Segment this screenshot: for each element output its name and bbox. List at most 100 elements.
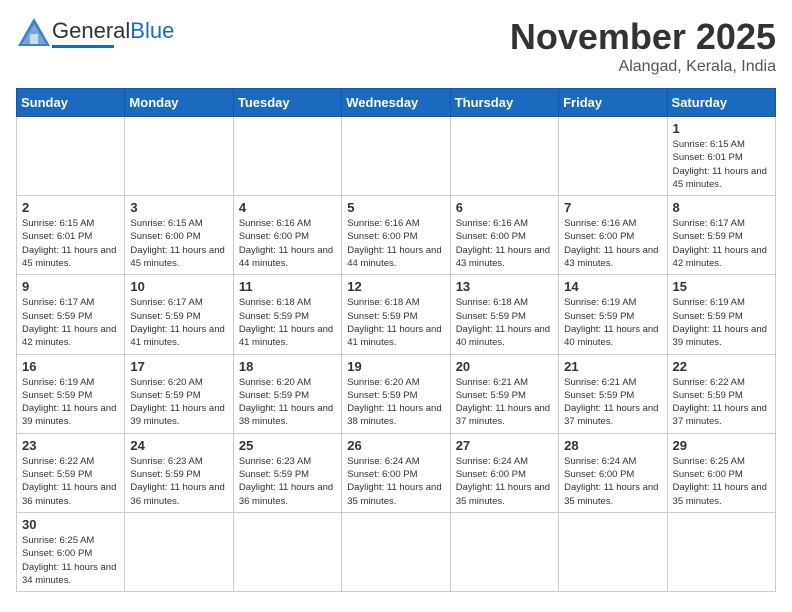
calendar-week-1: 2 Sunrise: 6:15 AM Sunset: 6:01 PM Daylig…: [17, 196, 776, 275]
calendar-cell: [559, 512, 667, 591]
calendar-cell: 9 Sunrise: 6:17 AM Sunset: 5:59 PM Daylig…: [17, 275, 125, 354]
location: Alangad, Kerala, India: [510, 58, 776, 76]
day-number: 27: [456, 438, 553, 453]
calendar-cell: 13 Sunrise: 6:18 AM Sunset: 5:59 PM Dayli…: [450, 275, 558, 354]
day-number: 4: [239, 200, 336, 215]
calendar-cell: 28 Sunrise: 6:24 AM Sunset: 6:00 PM Dayli…: [559, 433, 667, 512]
day-info: Sunrise: 6:19 AM Sunset: 5:59 PM Dayligh…: [673, 296, 770, 349]
calendar-cell: 4 Sunrise: 6:16 AM Sunset: 6:00 PM Daylig…: [233, 196, 341, 275]
logo: GeneralBlue: [16, 16, 174, 50]
day-info: Sunrise: 6:16 AM Sunset: 6:00 PM Dayligh…: [564, 217, 661, 270]
logo-icon: [16, 16, 52, 50]
header-friday: Friday: [559, 89, 667, 117]
day-number: 6: [456, 200, 553, 215]
calendar-cell: [233, 512, 341, 591]
calendar-cell: 16Sunrise: 6:19 AM Sunset: 5:59 PM Dayli…: [17, 354, 125, 433]
day-number: 7: [564, 200, 661, 215]
calendar-cell: 25 Sunrise: 6:23 AM Sunset: 5:59 PM Dayli…: [233, 433, 341, 512]
day-info: Sunrise: 6:19 AM Sunset: 5:59 PM Dayligh…: [564, 296, 661, 349]
calendar-cell: 29 Sunrise: 6:25 AM Sunset: 6:00 PM Dayli…: [667, 433, 775, 512]
day-number: 1: [673, 121, 770, 136]
day-info: Sunrise: 6:20 AM Sunset: 5:59 PM Dayligh…: [239, 376, 336, 429]
calendar-cell: 18 Sunrise: 6:20 AM Sunset: 5:59 PM Dayli…: [233, 354, 341, 433]
day-info: Sunrise: 6:20 AM Sunset: 5:59 PM Dayligh…: [130, 376, 227, 429]
day-number: 25: [239, 438, 336, 453]
calendar-cell: [342, 512, 450, 591]
day-number: 13: [456, 279, 553, 294]
day-number: 9: [22, 279, 119, 294]
calendar-cell: [125, 512, 233, 591]
logo-blue-text: Blue: [130, 18, 174, 43]
day-number: 30: [22, 517, 119, 532]
calendar-cell: 17Sunrise: 6:20 AM Sunset: 5:59 PM Dayli…: [125, 354, 233, 433]
calendar-cell: 11Sunrise: 6:18 AM Sunset: 5:59 PM Dayli…: [233, 275, 341, 354]
day-number: 23: [22, 438, 119, 453]
calendar-week-5: 30 Sunrise: 6:25 AM Sunset: 6:00 PM Dayli…: [17, 512, 776, 591]
header-wednesday: Wednesday: [342, 89, 450, 117]
day-info: Sunrise: 6:24 AM Sunset: 6:00 PM Dayligh…: [456, 455, 553, 508]
day-info: Sunrise: 6:23 AM Sunset: 5:59 PM Dayligh…: [130, 455, 227, 508]
calendar-cell: 10 Sunrise: 6:17 AM Sunset: 5:59 PM Dayli…: [125, 275, 233, 354]
title-area: November 2025 Alangad, Kerala, India: [510, 16, 776, 76]
day-info: Sunrise: 6:24 AM Sunset: 6:00 PM Dayligh…: [347, 455, 444, 508]
day-number: 3: [130, 200, 227, 215]
calendar-cell: 20 Sunrise: 6:21 AM Sunset: 5:59 PM Dayli…: [450, 354, 558, 433]
calendar-cell: [450, 117, 558, 196]
day-info: Sunrise: 6:22 AM Sunset: 5:59 PM Dayligh…: [22, 455, 119, 508]
day-info: Sunrise: 6:23 AM Sunset: 5:59 PM Dayligh…: [239, 455, 336, 508]
header-sunday: Sunday: [17, 89, 125, 117]
calendar-cell: 14 Sunrise: 6:19 AM Sunset: 5:59 PM Dayli…: [559, 275, 667, 354]
header: GeneralBlue November 2025 Alangad, Keral…: [16, 16, 776, 76]
calendar-cell: [667, 512, 775, 591]
day-number: 2: [22, 200, 119, 215]
calendar-cell: 23 Sunrise: 6:22 AM Sunset: 5:59 PM Dayli…: [17, 433, 125, 512]
day-number: 12: [347, 279, 444, 294]
day-number: 24: [130, 438, 227, 453]
calendar-cell: 19Sunrise: 6:20 AM Sunset: 5:59 PM Dayli…: [342, 354, 450, 433]
day-number: 19: [347, 359, 444, 374]
day-info: Sunrise: 6:25 AM Sunset: 6:00 PM Dayligh…: [673, 455, 770, 508]
day-number: 20: [456, 359, 553, 374]
header-tuesday: Tuesday: [233, 89, 341, 117]
day-number: 14: [564, 279, 661, 294]
day-number: 18: [239, 359, 336, 374]
day-info: Sunrise: 6:18 AM Sunset: 5:59 PM Dayligh…: [239, 296, 336, 349]
day-number: 29: [673, 438, 770, 453]
calendar-cell: 6 Sunrise: 6:16 AM Sunset: 6:00 PM Daylig…: [450, 196, 558, 275]
day-number: 28: [564, 438, 661, 453]
calendar-cell: 2 Sunrise: 6:15 AM Sunset: 6:01 PM Daylig…: [17, 196, 125, 275]
day-info: Sunrise: 6:15 AM Sunset: 6:01 PM Dayligh…: [22, 217, 119, 270]
day-info: Sunrise: 6:21 AM Sunset: 5:59 PM Dayligh…: [456, 376, 553, 429]
day-number: 16: [22, 359, 119, 374]
day-info: Sunrise: 6:16 AM Sunset: 6:00 PM Dayligh…: [456, 217, 553, 270]
day-number: 22: [673, 359, 770, 374]
calendar-cell: [342, 117, 450, 196]
day-info: Sunrise: 6:21 AM Sunset: 5:59 PM Dayligh…: [564, 376, 661, 429]
day-info: Sunrise: 6:17 AM Sunset: 5:59 PM Dayligh…: [22, 296, 119, 349]
calendar-cell: [559, 117, 667, 196]
day-number: 8: [673, 200, 770, 215]
calendar-cell: [450, 512, 558, 591]
logo-underline: [52, 45, 114, 48]
calendar-cell: 3Sunrise: 6:15 AM Sunset: 6:00 PM Daylig…: [125, 196, 233, 275]
header-row: Sunday Monday Tuesday Wednesday Thursday…: [17, 89, 776, 117]
calendar-cell: 30 Sunrise: 6:25 AM Sunset: 6:00 PM Dayli…: [17, 512, 125, 591]
day-info: Sunrise: 6:25 AM Sunset: 6:00 PM Dayligh…: [22, 534, 119, 587]
calendar-cell: [233, 117, 341, 196]
calendar-week-3: 16Sunrise: 6:19 AM Sunset: 5:59 PM Dayli…: [17, 354, 776, 433]
day-info: Sunrise: 6:16 AM Sunset: 6:00 PM Dayligh…: [239, 217, 336, 270]
day-info: Sunrise: 6:17 AM Sunset: 5:59 PM Dayligh…: [673, 217, 770, 270]
calendar-cell: 1Sunrise: 6:15 AM Sunset: 6:01 PM Daylig…: [667, 117, 775, 196]
calendar-cell: 8 Sunrise: 6:17 AM Sunset: 5:59 PM Daylig…: [667, 196, 775, 275]
calendar-cell: 22Sunrise: 6:22 AM Sunset: 5:59 PM Dayli…: [667, 354, 775, 433]
day-info: Sunrise: 6:24 AM Sunset: 6:00 PM Dayligh…: [564, 455, 661, 508]
calendar-cell: 15 Sunrise: 6:19 AM Sunset: 5:59 PM Dayli…: [667, 275, 775, 354]
calendar-cell: [17, 117, 125, 196]
day-number: 10: [130, 279, 227, 294]
day-number: 21: [564, 359, 661, 374]
month-title: November 2025: [510, 16, 776, 58]
day-info: Sunrise: 6:17 AM Sunset: 5:59 PM Dayligh…: [130, 296, 227, 349]
calendar-week-2: 9 Sunrise: 6:17 AM Sunset: 5:59 PM Daylig…: [17, 275, 776, 354]
day-number: 15: [673, 279, 770, 294]
day-info: Sunrise: 6:18 AM Sunset: 5:59 PM Dayligh…: [456, 296, 553, 349]
